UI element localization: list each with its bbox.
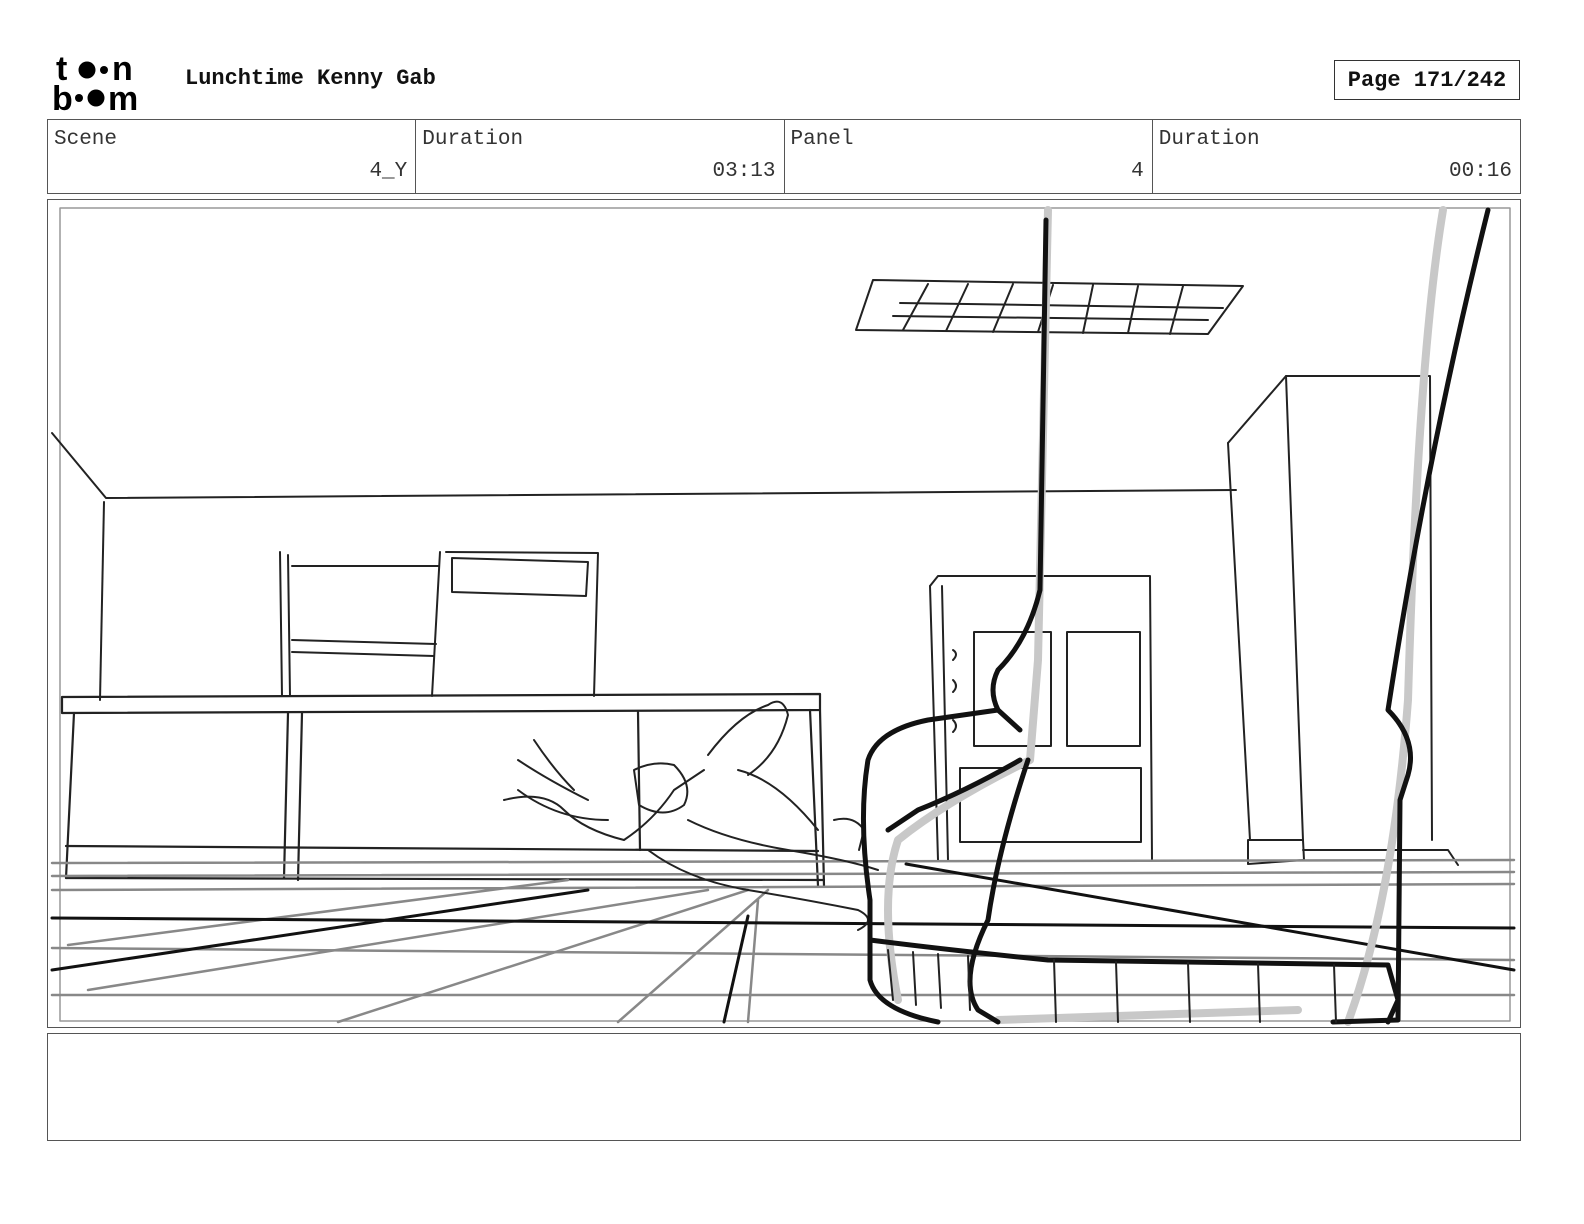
svg-text:b: b xyxy=(52,80,73,114)
svg-text:m: m xyxy=(108,80,138,114)
panel-duration-cell: Duration 00:16 xyxy=(1153,120,1520,193)
panel-info-bar: Scene 4_Y Duration 03:13 Panel 4 Duratio… xyxy=(47,119,1521,194)
storyboard-panel xyxy=(47,199,1521,1028)
page-number-box: Page 171/242 xyxy=(1334,60,1520,100)
panel-cell: Panel 4 xyxy=(785,120,1153,193)
panel-label: Panel xyxy=(790,128,854,151)
panel-value: 4 xyxy=(1131,160,1144,183)
scene-value: 4_Y xyxy=(369,160,408,183)
project-title: Lunchtime Kenny Gab xyxy=(185,66,436,91)
scene-duration-cell: Duration 03:13 xyxy=(416,120,785,193)
scene-cell: Scene 4_Y xyxy=(48,120,417,193)
panel-duration-label: Duration xyxy=(1158,128,1260,151)
panel-notes-box xyxy=(47,1033,1521,1141)
storyboard-sketch-image xyxy=(50,206,1516,1026)
toon-boom-logo: t n b m xyxy=(52,50,138,114)
scene-duration-value: 03:13 xyxy=(712,160,776,183)
panel-duration-value: 00:16 xyxy=(1448,160,1512,183)
scene-label: Scene xyxy=(54,128,118,151)
scene-duration-label: Duration xyxy=(422,128,524,151)
